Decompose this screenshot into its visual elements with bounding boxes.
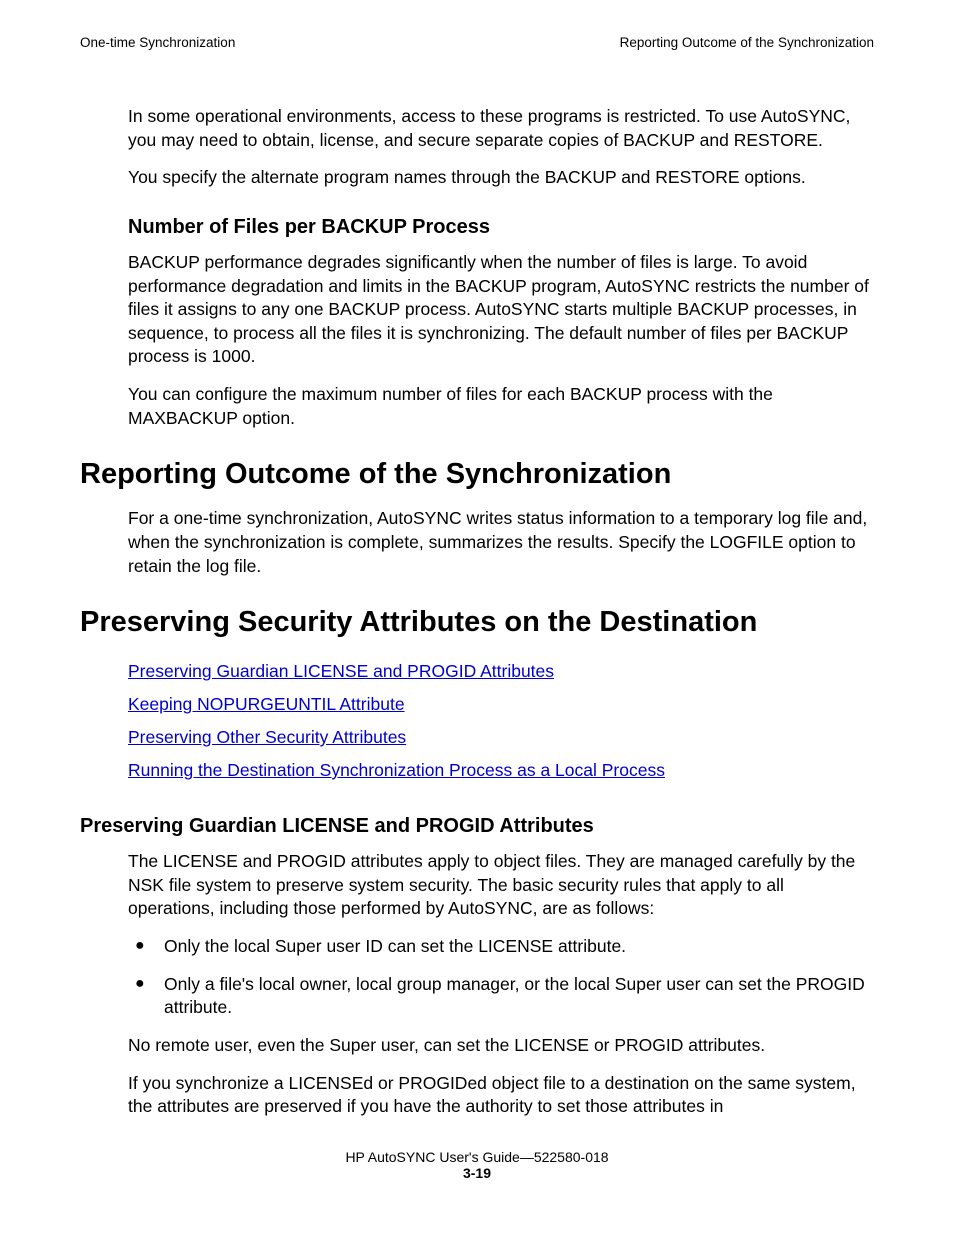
header-left: One-time Synchronization xyxy=(80,35,235,50)
page-footer: HP AutoSYNC User's Guide—522580-018 3-19 xyxy=(80,1149,874,1181)
preserving-heading: Preserving Security Attributes on the De… xyxy=(80,606,874,639)
reporting-p1: For a one-time synchronization, AutoSYNC… xyxy=(128,507,874,578)
guardian-bullet-2: Only a file's local owner, local group m… xyxy=(128,973,874,1020)
header-right: Reporting Outcome of the Synchronization xyxy=(620,35,874,50)
reporting-block: For a one-time synchronization, AutoSYNC… xyxy=(128,507,874,578)
intro-p2: You specify the alternate program names … xyxy=(128,166,874,190)
page-header: One-time Synchronization Reporting Outco… xyxy=(80,35,874,50)
numfiles-heading: Number of Files per BACKUP Process xyxy=(128,216,874,239)
guardian-bullet-1: Only the local Super user ID can set the… xyxy=(128,935,874,959)
link-running-destination[interactable]: Running the Destination Synchronization … xyxy=(128,760,665,781)
reporting-heading: Reporting Outcome of the Synchronization xyxy=(80,458,874,491)
guardian-heading: Preserving Guardian LICENSE and PROGID A… xyxy=(80,815,874,838)
link-preserving-other[interactable]: Preserving Other Security Attributes xyxy=(128,727,406,748)
document-page: One-time Synchronization Reporting Outco… xyxy=(0,0,954,1235)
link-preserving-guardian[interactable]: Preserving Guardian LICENSE and PROGID A… xyxy=(128,661,554,682)
numfiles-p2: You can configure the maximum number of … xyxy=(128,383,874,430)
guardian-p2: No remote user, even the Super user, can… xyxy=(128,1034,874,1058)
numfiles-p1: BACKUP performance degrades significantl… xyxy=(128,251,874,369)
link-keeping-nopurgeuntil[interactable]: Keeping NOPURGEUNTIL Attribute xyxy=(128,694,405,715)
intro-p1: In some operational environments, access… xyxy=(128,105,874,152)
preserving-links: Preserving Guardian LICENSE and PROGID A… xyxy=(128,655,874,787)
guardian-p1: The LICENSE and PROGID attributes apply … xyxy=(128,850,874,921)
footer-pagenum: 3-19 xyxy=(463,1165,491,1181)
guardian-p3: If you synchronize a LICENSEd or PROGIDe… xyxy=(128,1072,874,1119)
guardian-block: The LICENSE and PROGID attributes apply … xyxy=(128,850,874,1119)
guardian-bullets: Only the local Super user ID can set the… xyxy=(128,935,874,1020)
footer-line1: HP AutoSYNC User's Guide—522580-018 xyxy=(345,1149,608,1165)
intro-block: In some operational environments, access… xyxy=(128,105,874,430)
